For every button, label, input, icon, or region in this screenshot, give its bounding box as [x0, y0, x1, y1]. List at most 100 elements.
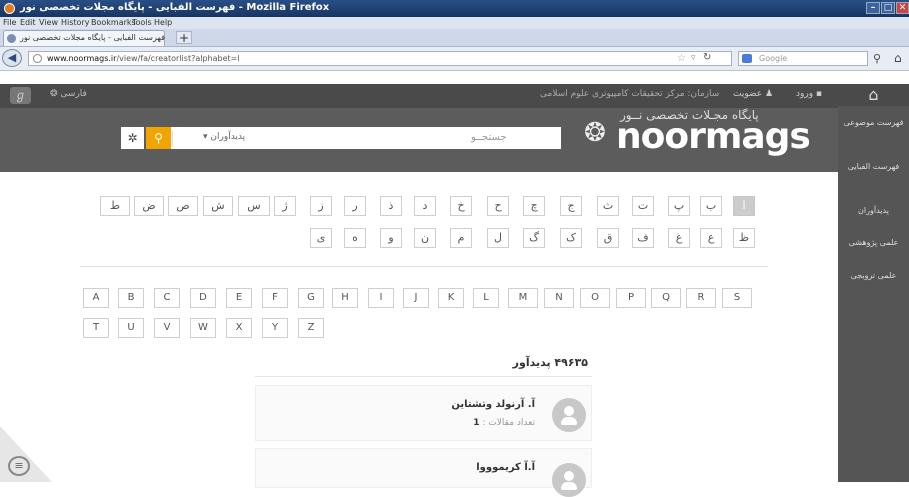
maximize-button[interactable]: □: [881, 2, 895, 14]
letter-che[interactable]: چ: [523, 196, 545, 216]
letter-dal[interactable]: د: [414, 196, 436, 216]
letter-vav[interactable]: و: [380, 228, 402, 248]
bookmark-star-icon[interactable]: ☆: [677, 53, 686, 64]
membership-link[interactable]: عضویت ♟: [733, 89, 773, 99]
letter-se[interactable]: ث: [597, 196, 619, 216]
home-icon[interactable]: ⌂: [894, 51, 902, 65]
letter-ze[interactable]: ز: [310, 196, 332, 216]
letter-ein[interactable]: ع: [700, 228, 722, 248]
letter-zhe[interactable]: ژ: [274, 196, 296, 216]
letter-alef[interactable]: ا: [733, 196, 755, 216]
letter-p[interactable]: P: [616, 288, 646, 308]
author-card[interactable]: آ.آ کریموووا: [255, 448, 592, 497]
letter-be[interactable]: ب: [700, 196, 722, 216]
search-box[interactable]: ▾ پدیدآوران جستجــو: [171, 127, 561, 149]
chat-icon[interactable]: ≡: [8, 456, 30, 476]
minimize-button[interactable]: –: [866, 2, 880, 14]
search-button[interactable]: ⚲: [146, 127, 171, 149]
menu-help[interactable]: Help: [154, 18, 172, 27]
letter-fe[interactable]: ف: [632, 228, 654, 248]
menu-file[interactable]: File: [3, 18, 16, 27]
letter-za[interactable]: ظ: [733, 228, 755, 248]
letter-sin[interactable]: س: [238, 196, 270, 216]
letter-he[interactable]: ه: [344, 228, 366, 248]
letter-zad[interactable]: ض: [134, 196, 164, 216]
letter-ghein[interactable]: غ: [668, 228, 690, 248]
reload-icon[interactable]: ↻: [703, 52, 711, 63]
letter-t[interactable]: T: [83, 318, 109, 338]
letter-lam[interactable]: ل: [487, 228, 509, 248]
letter-g[interactable]: G: [298, 288, 324, 308]
back-icon[interactable]: ◀: [2, 49, 22, 67]
letter-shin[interactable]: ش: [203, 196, 233, 216]
logo-noormags[interactable]: noormags: [616, 116, 811, 157]
search-input[interactable]: جستجــو: [471, 132, 507, 143]
letter-x[interactable]: X: [226, 318, 252, 338]
settings-gear-icon[interactable]: ✲: [121, 127, 144, 149]
letter-s[interactable]: S: [722, 288, 752, 308]
letter-o[interactable]: O: [580, 288, 610, 308]
letter-u[interactable]: U: [118, 318, 144, 338]
letter-l[interactable]: L: [473, 288, 499, 308]
letter-c[interactable]: C: [154, 288, 180, 308]
sidebar-item-subject-list[interactable]: فهرست موضوعی: [838, 118, 909, 127]
letter-q[interactable]: Q: [651, 288, 681, 308]
web-search-bar[interactable]: Google: [738, 51, 868, 66]
letter-h[interactable]: H: [332, 288, 358, 308]
new-tab-button[interactable]: +: [176, 31, 192, 45]
author-name[interactable]: آ. آرنولد وتشتاین: [451, 399, 535, 410]
letter-ta[interactable]: ط: [100, 196, 130, 216]
letter-te[interactable]: ت: [632, 196, 654, 216]
menu-edit[interactable]: Edit: [20, 18, 36, 27]
language-switch[interactable]: ❂ فارسی: [50, 89, 87, 99]
author-name[interactable]: آ.آ کریموووا: [476, 462, 535, 473]
menu-history[interactable]: History: [61, 18, 89, 27]
letter-k[interactable]: K: [438, 288, 464, 308]
letter-w[interactable]: W: [190, 318, 216, 338]
browser-tab[interactable]: فهرست الفبایی - پایگاه مجلات تخصصی نور: [3, 30, 165, 46]
close-window-button[interactable]: ✕: [896, 2, 909, 14]
letter-e[interactable]: E: [226, 288, 252, 308]
letter-jim[interactable]: ج: [560, 196, 582, 216]
magnifier-icon[interactable]: ⚲: [873, 52, 881, 65]
letter-he-jimi[interactable]: ح: [487, 196, 509, 216]
letter-re[interactable]: ر: [344, 196, 366, 216]
letter-b[interactable]: B: [118, 288, 144, 308]
letter-m[interactable]: M: [508, 288, 538, 308]
letter-z[interactable]: Z: [298, 318, 324, 338]
dropdown-arrow-icon[interactable]: ▿: [691, 53, 696, 63]
search-scope-dropdown[interactable]: ▾ پدیدآوران: [203, 132, 245, 142]
sidebar-item-alphabetical-list[interactable]: فهرست الفبایی: [838, 162, 909, 171]
letter-sad[interactable]: ص: [168, 196, 198, 216]
letter-j[interactable]: J: [403, 288, 429, 308]
sidebar-item-scientific-research[interactable]: علمی پژوهشی: [838, 238, 909, 247]
letter-d[interactable]: D: [190, 288, 216, 308]
url-bar[interactable]: www.noormags.ir/view/fa/creatorlist?alph…: [28, 51, 732, 66]
menu-tools[interactable]: Tools: [132, 18, 152, 27]
site-identity-icon[interactable]: [33, 54, 42, 63]
letter-zal[interactable]: ذ: [380, 196, 402, 216]
letter-khe[interactable]: خ: [450, 196, 472, 216]
home-nav-icon[interactable]: ⌂: [838, 84, 909, 106]
letter-f[interactable]: F: [262, 288, 288, 308]
letter-y[interactable]: Y: [262, 318, 288, 338]
menu-view[interactable]: View: [39, 18, 58, 27]
letter-a[interactable]: A: [83, 288, 109, 308]
menu-bookmarks[interactable]: Bookmarks: [91, 18, 136, 27]
letter-i[interactable]: I: [368, 288, 394, 308]
letter-gaf[interactable]: گ: [523, 228, 545, 248]
site-small-logo-icon[interactable]: ℊ: [10, 87, 31, 104]
letter-nun[interactable]: ن: [414, 228, 436, 248]
sidebar-item-creators[interactable]: پدیدآوران: [838, 206, 909, 215]
letter-ye[interactable]: ی: [310, 228, 332, 248]
letter-n[interactable]: N: [544, 288, 574, 308]
letter-kaf[interactable]: ک: [560, 228, 582, 248]
letter-r[interactable]: R: [686, 288, 716, 308]
login-link[interactable]: ورود ▪: [796, 89, 822, 99]
sidebar-item-scientific-promotional[interactable]: علمی ترویجی: [838, 271, 909, 280]
letter-mim[interactable]: م: [450, 228, 472, 248]
letter-pe[interactable]: پ: [668, 196, 690, 216]
google-icon[interactable]: [742, 54, 752, 63]
letter-v[interactable]: V: [154, 318, 180, 338]
letter-ghaf[interactable]: ق: [597, 228, 619, 248]
